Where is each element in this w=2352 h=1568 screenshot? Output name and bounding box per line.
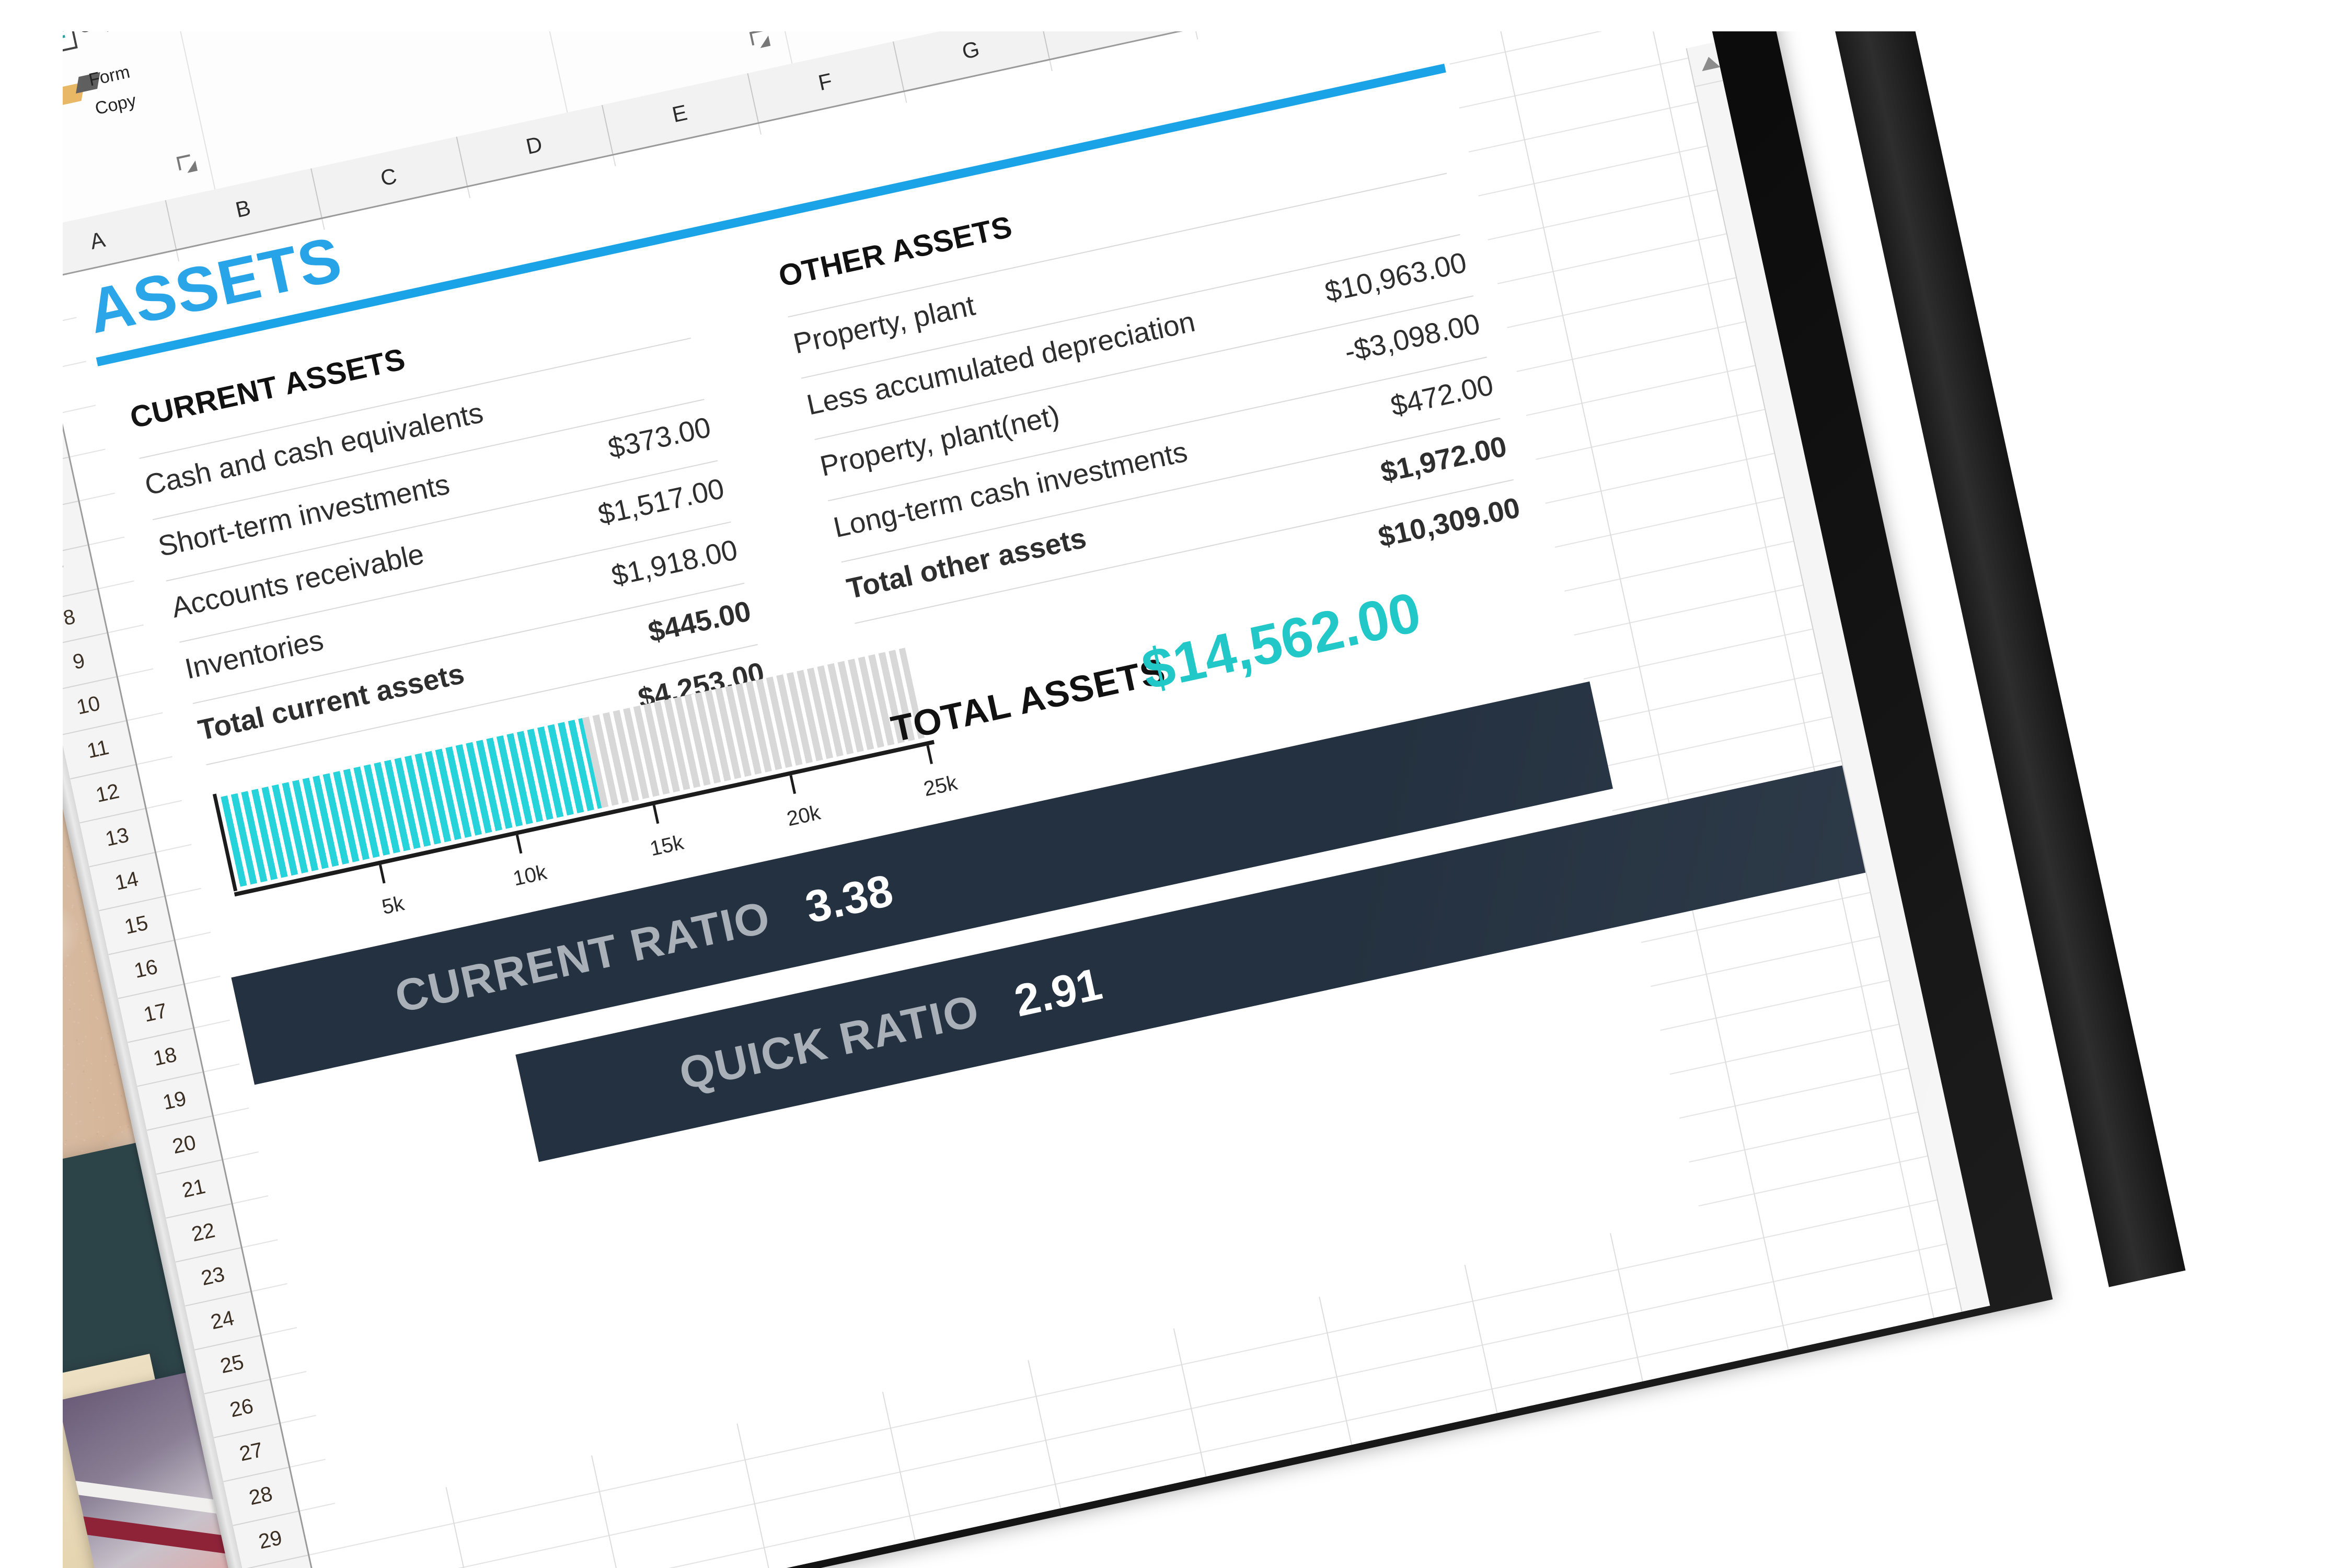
column-header-label: E [670, 100, 690, 128]
row-value: $373.00 [605, 410, 714, 465]
row-header-label: 13 [103, 823, 131, 851]
row-header-label: 22 [189, 1218, 217, 1246]
current-ratio-label: CURRENT RATIO [390, 891, 775, 1022]
alignment-dialog-launcher-icon[interactable] [750, 28, 771, 49]
row-value: $445.00 [645, 594, 754, 649]
row-header-label: 24 [209, 1306, 236, 1334]
format-painter-label-line1[interactable]: Form [87, 62, 132, 90]
row-header-label: 14 [112, 867, 141, 895]
worksheet: ASSETS CURRENT ASSETS Cash and cash equi… [0, 0, 1990, 1568]
row-header-label: 17 [141, 999, 169, 1027]
current-ratio-value: 3.38 [801, 864, 897, 933]
format-painter-label-line2[interactable]: Copy [93, 90, 138, 119]
column-header-label: C [378, 163, 399, 191]
chart-xtick-label: 10k [511, 860, 549, 891]
row-header-label: 20 [170, 1131, 198, 1158]
row-header-label: 25 [218, 1350, 246, 1378]
row-header-label: 16 [132, 955, 160, 983]
column-header-label: B [233, 195, 253, 223]
row-value: $472.00 [1388, 368, 1496, 422]
row-header-label: 11 [85, 735, 111, 763]
chart-xtick [789, 775, 797, 794]
spreadsheet-window: File Home Insert Layout Tables Formulas [0, 0, 1990, 1568]
row-header-label: 12 [94, 779, 122, 807]
monitor: TR File Home Insert [0, 0, 2191, 1568]
chart-xtick-label: 20k [785, 801, 823, 831]
page-left-margin [0, 0, 63, 1568]
monitor-screen: TR File Home Insert [0, 0, 1990, 1568]
row-header-label: 23 [199, 1262, 227, 1290]
chart-xtick [652, 804, 660, 824]
column-header-label: F [816, 68, 835, 96]
row-header-label: 28 [247, 1482, 275, 1509]
column-header-label: G [960, 36, 982, 64]
row-header-label: 26 [227, 1394, 256, 1422]
chart-xtick-label: 5k [379, 892, 407, 919]
quick-ratio-value: 2.91 [1010, 958, 1106, 1027]
row-header-label: 29 [256, 1526, 284, 1553]
quick-ratio-label: QUICK RATIO [675, 985, 984, 1099]
row-header-label: 27 [237, 1438, 265, 1466]
row-header-label: 19 [160, 1087, 189, 1114]
page-top-margin [0, 0, 2352, 31]
row-header-label: 21 [180, 1174, 207, 1202]
chart-xtick-label: 25k [921, 771, 960, 801]
row-header-label: 10 [74, 691, 102, 719]
column-header-label: A [87, 227, 108, 254]
chart-xtick [378, 864, 386, 884]
chart-xtick [515, 835, 523, 854]
clipboard-dialog-launcher-icon[interactable] [177, 153, 198, 174]
screenshot-stage: TR File Home Insert [0, 0, 2352, 1568]
column-header-label: D [524, 131, 545, 159]
row-header-label: 18 [151, 1043, 179, 1070]
row-header-label: 15 [122, 911, 151, 939]
row-header-label: 9 [71, 649, 87, 674]
chart-xtick-label: 15k [648, 831, 686, 861]
row-header-label: 8 [61, 605, 77, 630]
